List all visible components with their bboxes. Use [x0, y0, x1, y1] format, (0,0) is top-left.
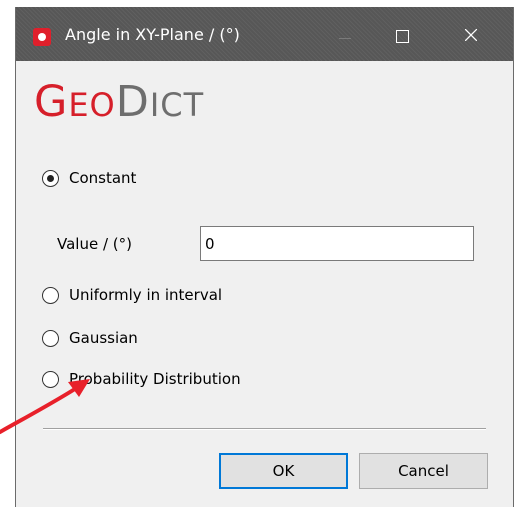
logo-text-dict-initial: D	[115, 77, 150, 127]
value-input[interactable]	[200, 226, 474, 261]
minimize-button[interactable]	[322, 7, 368, 61]
option-probability-distribution[interactable]: Probability Distribution	[42, 367, 241, 391]
option-uniform[interactable]: Uniformly in interval	[42, 283, 222, 307]
logo-text-geo-initial: G	[34, 77, 69, 127]
logo-text-geo-rest: EO	[68, 86, 116, 124]
value-label: Value / (°)	[57, 235, 132, 253]
title-bar[interactable]: Angle in XY-Plane / (°)	[16, 7, 513, 61]
cancel-button[interactable]: Cancel	[359, 453, 488, 489]
option-gaussian-label: Gaussian	[69, 329, 138, 347]
option-uniform-label: Uniformly in interval	[69, 286, 223, 304]
radio-probability-distribution[interactable]	[42, 370, 59, 388]
option-gaussian[interactable]: Gaussian	[42, 326, 138, 350]
window-title: Angle in XY-Plane / (°)	[65, 25, 240, 44]
radio-uniform[interactable]	[42, 286, 59, 304]
ok-button[interactable]: OK	[219, 453, 348, 489]
option-constant[interactable]: Constant	[42, 166, 136, 190]
option-probability-distribution-label: Probability Distribution	[69, 370, 241, 388]
separator-line	[43, 428, 486, 430]
geodict-app-icon	[33, 28, 51, 46]
radio-constant[interactable]	[42, 169, 59, 187]
radio-gaussian[interactable]	[42, 329, 59, 347]
geodict-logo: GEODICT	[34, 77, 204, 130]
option-constant-label: Constant	[69, 169, 137, 187]
close-button[interactable]	[448, 7, 494, 61]
maximize-button[interactable]	[379, 7, 425, 61]
angle-dialog: Angle in XY-Plane / (°) GEODICT Constant…	[15, 7, 514, 507]
close-icon	[465, 29, 477, 41]
logo-text-dict-rest: ICT	[149, 86, 205, 124]
screenshot-stage: Angle in XY-Plane / (°) GEODICT Constant…	[0, 0, 515, 507]
